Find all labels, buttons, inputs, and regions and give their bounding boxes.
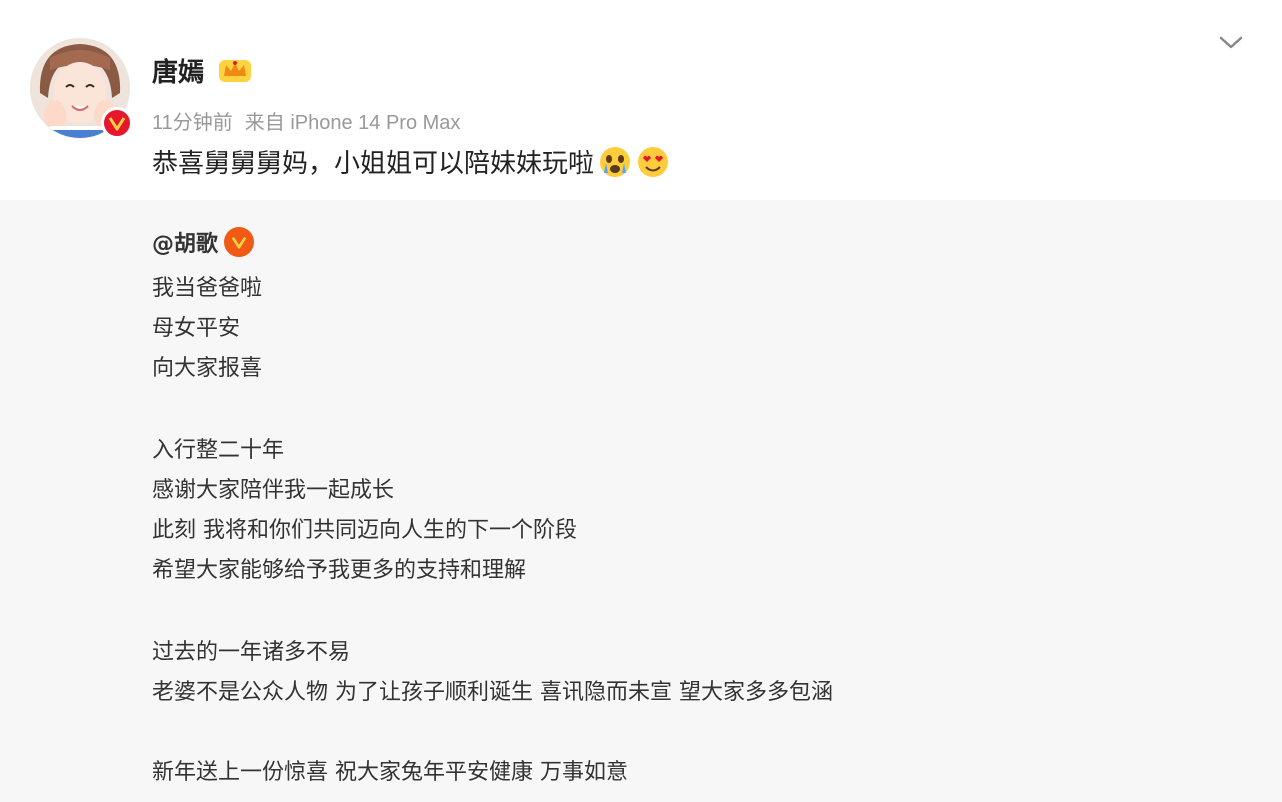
verified-badge-small <box>224 227 255 257</box>
crown-vip-icon[interactable] <box>216 54 254 86</box>
heart-eyes-emoji <box>638 146 669 177</box>
repost-mention-row[interactable]: @胡歌 <box>152 226 255 258</box>
repost-line: 老婆不是公众人物 为了让孩子顺利诞生 喜讯隐而未宣 望大家多多包涵 <box>152 680 833 705</box>
post-source[interactable]: 来自 iPhone 14 Pro Max <box>245 112 461 134</box>
mention-link[interactable]: @胡歌 <box>152 226 218 258</box>
post-text: 恭喜舅舅舅妈，小姐姐可以陪妹妹玩啦 <box>152 143 670 180</box>
post-text-content: 恭喜舅舅舅妈，小姐姐可以陪妹妹玩啦 <box>152 149 595 179</box>
repost-line: 此刻 我将和你们共同迈向人生的下一个阶段 <box>152 518 577 543</box>
verified-badge <box>101 107 133 139</box>
chevron-down-icon <box>1219 36 1243 49</box>
repost-line: 母女平安 <box>152 316 241 341</box>
repost-line: 入行整二十年 <box>152 438 285 463</box>
post-menu-button[interactable] <box>1214 30 1248 56</box>
post-time: 11分钟前 <box>152 112 233 134</box>
author-name[interactable]: 唐嫣 <box>152 52 204 89</box>
repost-line: 感谢大家陪伴我一起成长 <box>152 478 395 503</box>
repost-line: 过去的一年诸多不易 <box>152 640 351 665</box>
repost-line: 新年送上一份惊喜 祝大家兔年平安健康 万事如意 <box>152 760 628 785</box>
repost-line: 我当爸爸啦 <box>152 276 263 301</box>
verified-v-icon <box>108 117 126 131</box>
crying-face-emoji <box>600 146 631 177</box>
weibo-post: 唐嫣 11分钟前 来自 iPhone 14 Pro Max 恭喜舅舅舅妈，小姐姐可… <box>0 0 1282 802</box>
repost-line: 希望大家能够给予我更多的支持和理解 <box>152 558 527 583</box>
verified-v-icon <box>231 236 247 249</box>
repost-line: 向大家报喜 <box>152 356 263 381</box>
post-meta: 11分钟前 来自 iPhone 14 Pro Max <box>152 106 472 135</box>
